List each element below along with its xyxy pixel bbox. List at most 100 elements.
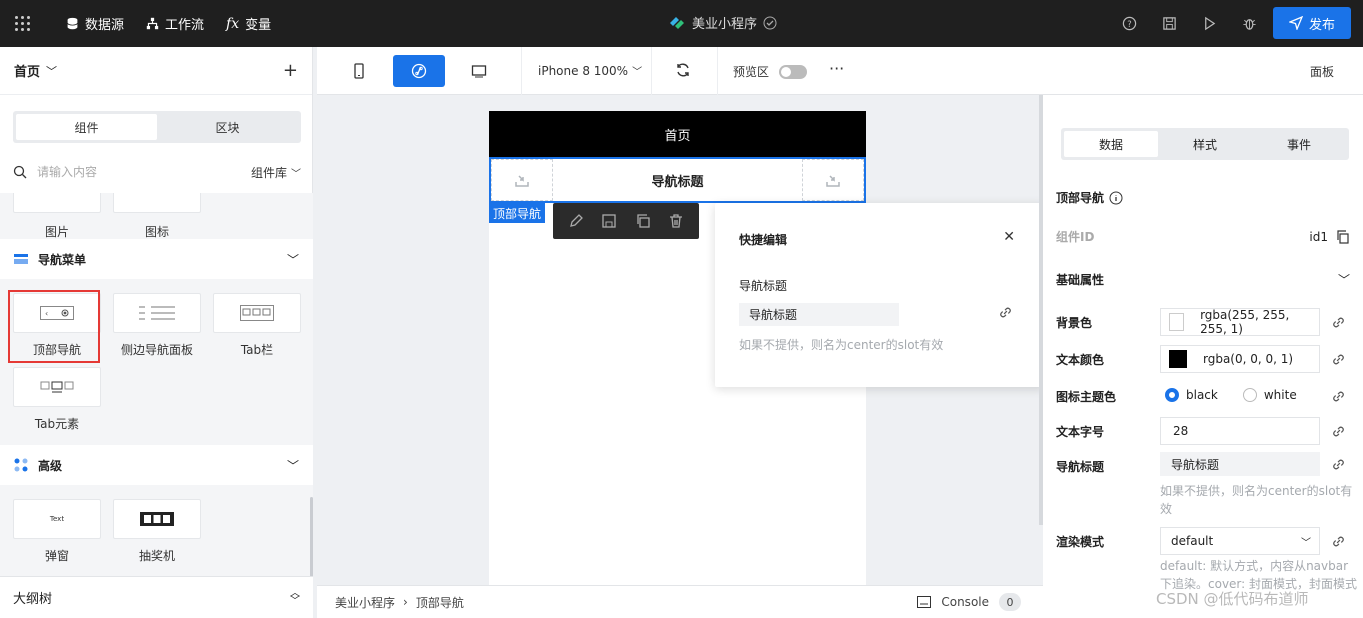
panel-label: 面板 [1310,65,1335,79]
close-icon[interactable]: ✕ [1003,229,1015,245]
tab-components[interactable]: 组件 [16,114,157,140]
quick-edit-hint: 如果不提供，则名为center的slot有效 [739,338,944,352]
component-library-dropdown[interactable]: 组件库 ﹀ [251,164,301,181]
nav-title-field[interactable]: 导航标题 [1160,452,1320,476]
link-icon[interactable] [998,305,1013,323]
slot-drop-icon [515,175,529,187]
highlight-box [8,290,100,363]
category-navigation[interactable]: 导航菜单 ﹀ [0,239,313,279]
publish-label: 发布 [1308,17,1335,33]
link-icon[interactable] [1331,315,1346,333]
link-icon[interactable] [1331,534,1346,552]
breadcrumb-app[interactable]: 美业小程序 [335,594,395,611]
bg-color-field[interactable]: rgba(255, 255, 255, 1) [1160,308,1320,336]
bg-color-label: 背景色 [1056,316,1093,330]
phone-page-title: 首页 [664,128,691,144]
nav-title: 导航标题 [651,174,704,190]
category-label: 导航菜单 [38,252,87,267]
variables-menu[interactable]: fx 变量 [226,14,271,34]
category-label: 高级 [38,458,63,473]
component-lottery[interactable]: 抽奖机 [113,499,201,564]
render-mode-select[interactable]: default ﹀ [1160,527,1320,555]
category-advanced[interactable]: 高级 ﹀ [0,445,313,485]
desktop-device-button[interactable] [453,55,505,87]
workflow-label: 工作流 [165,18,205,33]
link-icon[interactable] [1331,424,1346,442]
component-tab-bar[interactable]: Tab栏 [213,293,301,358]
component-side-nav-panel[interactable]: 侧边导航面板 [113,293,201,358]
more-icon[interactable]: ··· [829,59,844,78]
console-button[interactable]: Console 0 [917,593,1021,611]
component-id-row: 组件ID id1 [1056,228,1350,245]
component-block-switch: 组件 区块 [13,111,301,143]
radio-white[interactable] [1242,388,1257,402]
search-input[interactable] [37,165,207,179]
left-slot[interactable] [491,159,553,201]
play-icon[interactable] [1189,7,1229,39]
right-slot[interactable] [802,159,864,201]
panel-button[interactable]: 面板 [1310,63,1334,80]
bug-icon[interactable] [1229,7,1269,39]
text-color-field[interactable]: rgba(0, 0, 0, 1) [1160,345,1320,373]
font-size-input[interactable]: 28 [1160,417,1320,445]
component-tab-element[interactable]: Tab元素 [13,367,101,432]
miniprogram-device-button[interactable] [393,55,445,87]
section-header: 顶部导航 [1056,189,1123,206]
chevron-down-icon: ﹀ [632,67,643,78]
save-icon[interactable] [601,213,617,229]
tab-data[interactable]: 数据 [1064,131,1158,157]
icon-theme-label: 图标主题色 [1056,390,1117,404]
divider [521,47,522,95]
component-label: Tab元素 [34,417,80,431]
mobile-device-button[interactable] [333,55,385,87]
copy-icon[interactable] [635,213,651,229]
component-popup[interactable]: Text 弹窗 [13,499,101,564]
refresh-icon[interactable] [675,62,691,78]
component-panel: 首页 ﹀ + 组件 区块 组件库 ﹀ 图片 图标 导航菜单 ﹀ [0,47,313,618]
apps-grid-icon[interactable] [0,0,44,47]
properties-panel: 数据 样式 事件 顶部导航 组件ID id1 基础属性 ﹀ 背景色 rgba(2… [1043,95,1363,618]
component-icon[interactable]: 图标 [113,193,201,240]
component-image[interactable]: 图片 [13,193,101,240]
selected-top-navigation[interactable]: 导航标题 [489,157,866,203]
basic-properties-header[interactable]: 基础属性 ﹀ [1056,271,1350,288]
info-icon[interactable] [1109,191,1123,205]
edit-icon[interactable] [568,213,584,229]
page-selector[interactable]: 首页 ﹀ + [0,47,312,95]
divider [651,47,652,95]
device-size-dropdown[interactable]: iPhone 8 100% ﹀ [538,63,643,79]
component-list: 图片 图标 导航菜单 ﹀ ‹ 顶部导航 侧边导航面板 Tab栏 Tab元素 高级… [0,193,313,576]
copy-icon[interactable] [1336,229,1350,244]
link-icon[interactable] [1331,457,1346,475]
component-list-scrollbar[interactable] [310,497,313,577]
nav-title-input[interactable] [739,303,899,326]
preview-toggle[interactable] [779,64,808,79]
tab-style[interactable]: 样式 [1158,131,1252,157]
add-page-icon[interactable]: + [283,60,298,81]
console-label: Console [941,595,989,609]
slot-drop-icon [826,175,840,187]
radio-black[interactable] [1165,388,1179,402]
breadcrumb: 美业小程序 › 顶部导航 [335,594,464,611]
text-color-swatch[interactable] [1169,350,1187,368]
render-mode-label: 渲染模式 [1056,535,1105,549]
tab-blocks[interactable]: 区块 [157,114,298,140]
svg-text:?: ? [1127,18,1131,28]
chevron-down-icon: ﹀ [286,458,299,473]
delete-icon[interactable] [668,213,684,229]
link-icon[interactable] [1331,389,1346,407]
outline-tree-toggle[interactable]: 大纲树 ︿ ﹀ [0,576,313,618]
console-icon [917,596,932,608]
breadcrumb-component[interactable]: 顶部导航 [416,594,464,611]
bg-color-swatch[interactable] [1169,313,1185,331]
datasource-menu[interactable]: 数据源 [66,14,124,33]
help-icon[interactable]: ? [1109,7,1149,39]
link-icon[interactable] [1331,352,1346,370]
publish-button[interactable]: 发布 [1273,7,1351,39]
workflow-menu[interactable]: 工作流 [146,14,204,33]
save-icon[interactable] [1149,7,1189,39]
workflow-icon [146,17,159,30]
topbar-actions: ? 发布 [1109,7,1351,39]
tab-events[interactable]: 事件 [1252,131,1346,157]
font-size-row: 文本字号 [1056,423,1104,440]
